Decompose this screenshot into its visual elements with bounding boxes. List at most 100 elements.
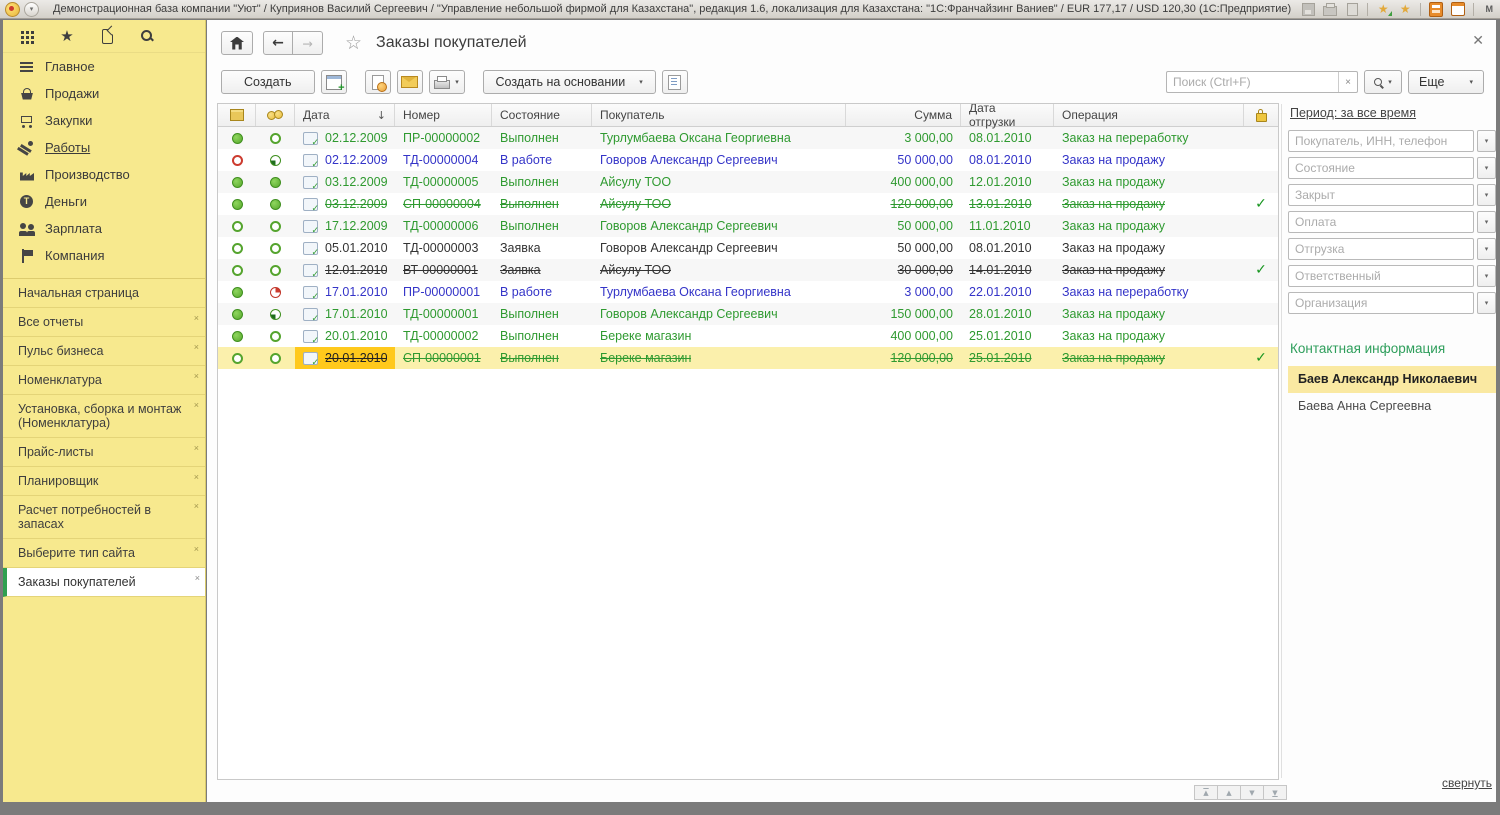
close-tab-icon[interactable]: × [195,571,200,585]
sidebar-window-tab[interactable]: Выберите тип сайта× [3,539,205,568]
sidebar-window-tab[interactable]: Заказы покупателей× [3,568,206,597]
search-input[interactable] [1167,75,1338,89]
calendar-icon[interactable] [1449,2,1467,17]
sidebar-window-tab[interactable]: Установка, сборка и монтаж (Номенклатура… [3,395,205,438]
column-closed[interactable] [1244,104,1278,126]
back-button[interactable]: ← [263,31,293,55]
system-menu-button[interactable]: ▾ [24,2,39,17]
go-last-button[interactable]: ▼ [1263,785,1287,800]
table-row[interactable]: 02.12.2009ТД-00000004В работеГоворов Але… [218,149,1278,171]
column-ship-date[interactable]: Дата отгрузки [961,104,1054,126]
column-number[interactable]: Номер [395,104,492,126]
sidebar-item-works[interactable]: Работы [3,134,205,161]
more-button[interactable]: Еще▾ [1408,70,1484,94]
filter-input-5[interactable] [1288,265,1474,287]
search-button[interactable]: ▾ [1364,70,1402,94]
table-row[interactable]: 05.01.2010ТД-00000003ЗаявкаГоворов Алекс… [218,237,1278,259]
report-button[interactable] [662,70,688,94]
period-link[interactable]: Период: за все время [1290,106,1416,120]
preview-icon[interactable] [1343,2,1361,17]
sidebar-item-sales[interactable]: Продажи [3,80,205,107]
sidebar-item-purchases[interactable]: Закупки [3,107,205,134]
filter-input-0[interactable] [1288,130,1474,152]
favorite-star-icon[interactable]: ☆ [345,32,362,54]
sidebar-window-tab[interactable]: Пульс бизнеса× [3,337,205,366]
contact-item[interactable]: Баева Анна Сергеевна [1288,393,1496,420]
close-tab-icon[interactable]: × [194,542,199,556]
close-tab-icon[interactable]: × [194,398,199,412]
date-value: 20.01.2010 [325,329,387,343]
close-form-icon[interactable]: ✕ [1472,34,1484,46]
create-by-template-button[interactable] [321,70,347,94]
column-operation[interactable]: Операция [1054,104,1244,126]
print-icon[interactable] [1321,2,1339,17]
sidebar-window-tab[interactable]: Прайс-листы× [3,438,205,467]
sidebar-window-tab[interactable]: Начальная страница [3,279,205,308]
filter-input-6[interactable] [1288,292,1474,314]
favorites-icon[interactable]: ★ [1396,2,1414,17]
chevron-down-icon[interactable]: ▾ [1477,238,1496,260]
sidebar-item-company[interactable]: Компания [3,242,205,269]
sections-panel-icon[interactable] [19,28,35,44]
table-row[interactable]: 03.12.2009ТД-00000005ВыполненАйсулу ТОО4… [218,171,1278,193]
chevron-down-icon[interactable]: ▾ [1477,184,1496,206]
column-shipment-status[interactable] [218,104,256,126]
table-row[interactable]: 17.01.2010ТД-00000001ВыполненГоворов Але… [218,303,1278,325]
create-based-on-button[interactable]: Создать на основании▾ [483,70,656,94]
create-button[interactable]: Создать [221,70,315,94]
home-button[interactable] [221,31,253,55]
close-tab-icon[interactable]: × [194,441,199,455]
go-first-button[interactable]: ▲ [1194,785,1218,800]
add-favorite-icon[interactable]: ★ [1374,2,1392,17]
go-next-button[interactable]: ▼ [1240,785,1264,800]
filter-input-2[interactable] [1288,184,1474,206]
sidebar-item-salary[interactable]: Зарплата [3,215,205,242]
memory-recall-button[interactable]: M [1480,2,1498,17]
filter-input-4[interactable] [1288,238,1474,260]
calculator-icon[interactable] [1427,2,1445,17]
sidebar-window-tab[interactable]: Все отчеты× [3,308,205,337]
sidebar-window-tab[interactable]: Расчет потребностей в запасах× [3,496,205,539]
sidebar-item-production[interactable]: Производство [3,161,205,188]
print-button[interactable]: ▾ [429,70,465,94]
collapse-link[interactable]: свернуть [1442,776,1492,790]
column-sum[interactable]: Сумма [846,104,961,126]
sidebar-item-main[interactable]: Главное [3,53,205,80]
column-date[interactable]: Дата↓ [295,104,395,126]
history-panel-icon[interactable] [99,28,115,44]
column-customer[interactable]: Покупатель [592,104,846,126]
close-tab-icon[interactable]: × [194,499,199,513]
favorites-panel-icon[interactable]: ★ [59,28,75,44]
sidebar-window-tab[interactable]: Планировщик× [3,467,205,496]
table-row[interactable]: 02.12.2009ПР-00000002ВыполненТурлумбаева… [218,127,1278,149]
filter-input-1[interactable] [1288,157,1474,179]
close-tab-icon[interactable]: × [194,470,199,484]
search-panel-icon[interactable] [139,28,155,44]
table-row[interactable]: 12.01.2010ВТ-00000001ЗаявкаАйсулу ТОО30 … [218,259,1278,281]
chevron-down-icon[interactable]: ▾ [1477,130,1496,152]
clear-search-icon[interactable]: × [1338,72,1357,92]
sidebar-window-tab[interactable]: Номенклатура× [3,366,205,395]
go-prev-button[interactable]: ▲ [1217,785,1241,800]
column-payment-status[interactable] [256,104,295,126]
table-row[interactable]: 17.12.2009ТД-00000006ВыполненГоворов Але… [218,215,1278,237]
save-icon[interactable] [1299,2,1317,17]
sidebar-item-money[interactable]: Деньги [3,188,205,215]
send-email-button[interactable] [397,70,423,94]
filter-input-3[interactable] [1288,211,1474,233]
table-row[interactable]: 17.01.2010ПР-00000001В работеТурлумбаева… [218,281,1278,303]
close-tab-icon[interactable]: × [194,340,199,354]
chevron-down-icon[interactable]: ▾ [1477,157,1496,179]
chevron-down-icon[interactable]: ▾ [1477,292,1496,314]
column-state[interactable]: Состояние [492,104,592,126]
contact-item[interactable]: Баев Александр Николаевич [1288,366,1496,393]
chevron-down-icon[interactable]: ▾ [1477,211,1496,233]
close-tab-icon[interactable]: × [194,369,199,383]
set-deadline-button[interactable] [365,70,391,94]
chevron-down-icon[interactable]: ▾ [1477,265,1496,287]
forward-button[interactable]: → [293,31,323,55]
table-row[interactable]: 20.01.2010ТД-00000002ВыполненБереке мага… [218,325,1278,347]
table-row[interactable]: 20.01.2010СП-00000001ВыполненБереке мага… [218,347,1278,369]
close-tab-icon[interactable]: × [194,311,199,325]
table-row[interactable]: 03.12.2009СП-00000004ВыполненАйсулу ТОО1… [218,193,1278,215]
